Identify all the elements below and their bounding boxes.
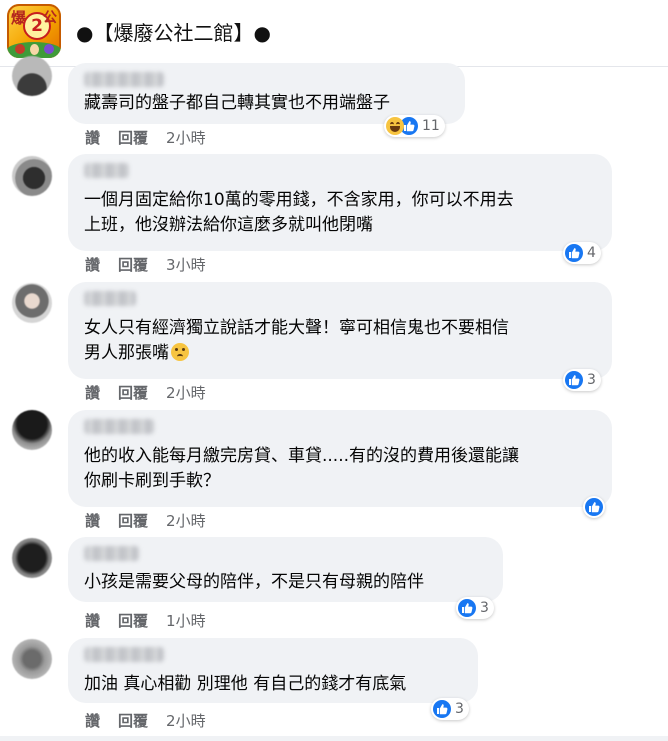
like-reaction-icon — [433, 700, 451, 718]
comment-text: 一個月固定給你10萬的零用錢，不含家用，你可以不用去 上班，他沒辦法給你這麼多就… — [84, 190, 514, 235]
comment-actions: 讚回覆 3小時 — [85, 254, 206, 275]
commenter-name-blurred[interactable] — [84, 419, 154, 434]
logo-figure — [30, 44, 39, 55]
page-title[interactable]: ●【爆廢公社二館】● — [76, 17, 271, 46]
comment-actions: 讚回覆 2小時 — [85, 127, 206, 148]
haha-reaction-icon — [386, 117, 404, 135]
logo-figure — [44, 44, 54, 54]
reply-link[interactable]: 回覆 — [118, 610, 148, 631]
reply-link[interactable]: 回覆 — [118, 510, 148, 531]
like-reaction-icon — [458, 599, 476, 617]
like-link[interactable]: 讚 — [85, 610, 100, 631]
comment-text: 他的收入能每月繳完房貸、車貸.....有的沒的費用後還能讓 你刷卡刷到手軟？ — [84, 446, 520, 491]
comment-actions: 讚回覆 2小時 — [85, 510, 206, 531]
like-reaction-icon — [585, 498, 603, 516]
reaction-summary[interactable]: 3 — [431, 698, 469, 720]
comment-actions: 讚回覆 2小時 — [85, 382, 206, 403]
reaction-summary[interactable] — [583, 496, 605, 518]
like-link[interactable]: 讚 — [85, 382, 100, 403]
reaction-count: 3 — [587, 372, 596, 388]
comment-bubble: 他的收入能每月繳完房貸、車貸.....有的沒的費用後還能讓 你刷卡刷到手軟？ — [68, 410, 612, 507]
like-link[interactable]: 讚 — [85, 510, 100, 531]
reaction-summary[interactable]: 3 — [563, 369, 601, 391]
comment-actions: 讚回覆 1小時 — [85, 610, 206, 631]
like-reaction-icon — [565, 371, 583, 389]
commenter-name-blurred[interactable] — [84, 647, 164, 662]
reply-link[interactable]: 回覆 — [118, 127, 148, 148]
comment-bubble: 一個月固定給你10萬的零用錢，不含家用，你可以不用去 上班，他沒辦法給你這麼多就… — [68, 154, 612, 251]
commenter-avatar[interactable] — [12, 56, 52, 96]
page-logo[interactable]: 爆 2 公 — [7, 4, 61, 58]
like-link[interactable]: 讚 — [85, 127, 100, 148]
comment-timestamp[interactable]: 1小時 — [166, 610, 206, 631]
logo-char-3: 公 — [43, 10, 57, 26]
commenter-name-blurred[interactable] — [84, 72, 164, 87]
reaction-summary[interactable]: 3 — [456, 597, 494, 619]
commenter-name-blurred[interactable] — [84, 163, 129, 178]
reaction-summary[interactable]: 11 — [384, 115, 445, 137]
commenter-avatar[interactable] — [12, 639, 52, 679]
reaction-count: 3 — [455, 701, 464, 717]
comment-timestamp[interactable]: 2小時 — [166, 710, 206, 731]
like-reaction-icon — [565, 244, 583, 262]
comment-bubble: 加油 真心相勸 別理他 有自己的錢才有底氣 — [68, 638, 478, 703]
page-header: 爆 2 公 ●【爆廢公社二館】● — [0, 0, 668, 67]
comment-bubble: 女人只有經濟獨立說話才能大聲！寧可相信鬼也不要相信 男人那張嘴 — [68, 282, 612, 379]
comment-timestamp[interactable]: 2小時 — [166, 127, 206, 148]
like-link[interactable]: 讚 — [85, 254, 100, 275]
commenter-avatar[interactable] — [12, 156, 52, 196]
commenter-avatar[interactable] — [12, 538, 52, 578]
comment-actions: 讚回覆 2小時 — [85, 710, 206, 731]
comment-timestamp[interactable]: 2小時 — [166, 382, 206, 403]
commenter-avatar[interactable] — [12, 410, 52, 450]
reply-link[interactable]: 回覆 — [118, 382, 148, 403]
commenter-name-blurred[interactable] — [84, 291, 136, 306]
comment-timestamp[interactable]: 3小時 — [166, 254, 206, 275]
comment-text: 加油 真心相勸 別理他 有自己的錢才有底氣 — [84, 674, 407, 694]
logo-figure — [15, 44, 25, 54]
comment-text: 女人只有經濟獨立說話才能大聲！寧可相信鬼也不要相信 男人那張嘴 — [84, 318, 509, 363]
reply-link[interactable]: 回覆 — [118, 254, 148, 275]
commenter-avatar[interactable] — [12, 283, 52, 323]
next-comment-edge — [0, 736, 668, 741]
comment-text: 小孩是需要父母的陪伴，不是只有母親的陪伴 — [84, 572, 424, 592]
commenter-name-blurred[interactable] — [84, 546, 139, 561]
comment-bubble: 小孩是需要父母的陪伴，不是只有母親的陪伴 — [68, 537, 503, 602]
reaction-count: 11 — [422, 118, 440, 134]
rolling-eyes-emoji-icon — [171, 343, 189, 361]
reaction-count: 3 — [480, 600, 489, 616]
reply-link[interactable]: 回覆 — [118, 710, 148, 731]
comment-text: 藏壽司的盤子都自己轉其實也不用端盤子 — [84, 93, 390, 113]
reaction-count: 4 — [587, 245, 596, 261]
like-link[interactable]: 讚 — [85, 710, 100, 731]
comment-timestamp[interactable]: 2小時 — [166, 510, 206, 531]
reaction-summary[interactable]: 4 — [563, 242, 601, 264]
